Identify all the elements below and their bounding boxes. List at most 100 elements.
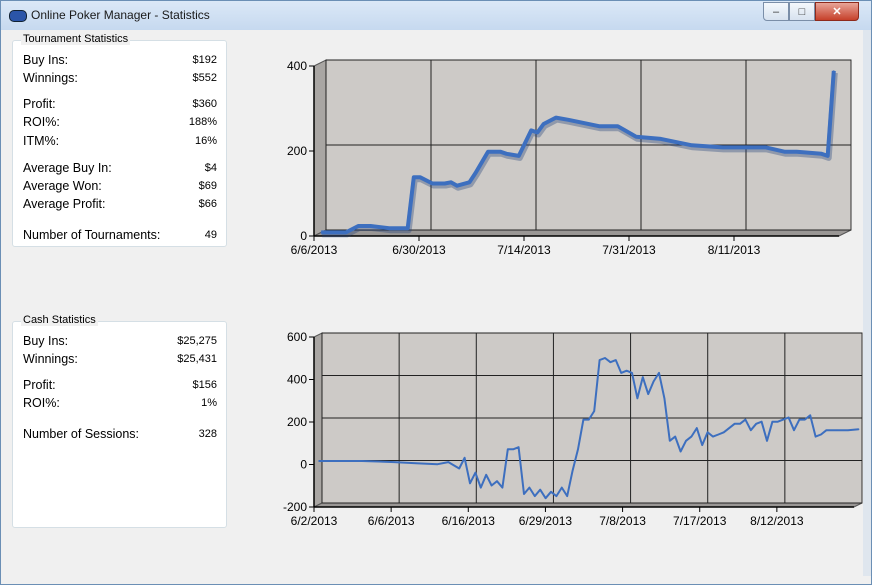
data-point xyxy=(701,444,703,446)
stat-label: Number of Sessions: xyxy=(23,427,140,441)
stat-label: ITM%: xyxy=(23,134,60,148)
data-point xyxy=(543,123,545,125)
data-point xyxy=(691,144,693,146)
data-point xyxy=(496,480,498,482)
x-tick-label: 7/31/2013 xyxy=(602,243,656,257)
data-point xyxy=(582,419,584,421)
data-point xyxy=(528,487,530,489)
data-point xyxy=(609,361,611,363)
data-point xyxy=(653,380,655,382)
data-point xyxy=(722,146,724,148)
data-point xyxy=(658,372,660,374)
stat-value: 1% xyxy=(201,397,217,409)
data-point xyxy=(690,436,692,438)
stat-value: 16% xyxy=(194,135,217,147)
stat-value: 188% xyxy=(188,116,217,128)
data-point xyxy=(458,467,460,470)
data-point xyxy=(765,146,767,148)
data-point xyxy=(833,70,835,72)
data-point xyxy=(696,427,698,429)
data-point xyxy=(567,119,569,121)
data-point xyxy=(685,440,687,442)
stat-label: Average Won: xyxy=(23,179,102,193)
data-point xyxy=(493,151,495,153)
stat-label: Profit: xyxy=(23,378,56,392)
y-tick-label: 200 xyxy=(287,415,307,429)
stat-value: $66 xyxy=(198,198,217,210)
data-point xyxy=(523,493,525,495)
data-point xyxy=(723,431,725,433)
minimize-button[interactable]: ‒ xyxy=(763,2,789,21)
stat-value: $25,275 xyxy=(177,335,217,347)
stat-label: Buy Ins: xyxy=(23,53,69,67)
stat-label: ROI%: xyxy=(23,115,60,129)
data-point xyxy=(636,397,638,399)
data-point xyxy=(798,419,801,421)
data-point xyxy=(530,129,532,131)
data-point xyxy=(474,472,476,474)
window-title: Online Poker Manager - Statistics xyxy=(31,8,210,22)
chart-left-wall xyxy=(313,59,327,237)
data-point xyxy=(599,359,601,361)
data-point xyxy=(469,482,471,484)
data-point xyxy=(753,146,755,148)
stat-label: Winnings: xyxy=(23,352,78,366)
data-point xyxy=(717,433,719,436)
stat-value: 328 xyxy=(198,428,217,440)
data-point xyxy=(796,151,798,153)
data-point xyxy=(507,448,509,450)
data-point xyxy=(766,440,768,442)
data-point xyxy=(680,450,682,453)
x-tick-label: 6/6/2013 xyxy=(291,243,338,257)
data-point xyxy=(647,393,649,395)
data-point xyxy=(536,131,538,134)
data-point xyxy=(734,423,736,425)
data-point xyxy=(320,231,322,233)
data-point xyxy=(555,117,557,119)
data-point xyxy=(447,461,449,463)
y-tick-label: 0 xyxy=(300,229,307,243)
stat-value: $192 xyxy=(192,54,217,66)
maximize-button[interactable]: □ xyxy=(789,2,815,21)
data-point xyxy=(413,176,415,178)
data-point xyxy=(501,487,503,489)
y-tick-label: 0 xyxy=(300,458,307,472)
poker-chip-icon xyxy=(9,10,27,22)
data-point xyxy=(388,227,390,229)
data-point xyxy=(728,427,730,429)
data-point xyxy=(450,181,452,183)
data-point xyxy=(793,429,795,431)
stat-label: Average Profit: xyxy=(23,197,106,211)
data-point xyxy=(744,419,746,421)
data-point xyxy=(407,227,409,229)
data-point xyxy=(750,429,752,431)
data-point xyxy=(545,497,547,499)
data-point xyxy=(761,421,763,423)
data-point xyxy=(615,359,617,361)
data-point xyxy=(518,446,520,448)
data-point xyxy=(419,176,421,178)
y-tick-label: -200 xyxy=(283,500,307,514)
data-point xyxy=(631,372,633,374)
data-point xyxy=(550,491,552,493)
data-point xyxy=(393,461,395,463)
data-point xyxy=(566,495,568,497)
data-point xyxy=(604,357,606,359)
data-point xyxy=(825,429,828,431)
stat-value: $552 xyxy=(192,72,217,84)
data-point xyxy=(771,421,773,423)
stat-label: Profit: xyxy=(23,97,56,111)
title-bar[interactable]: Online Poker Manager - Statistics ‒ □ ✕ xyxy=(1,1,871,30)
data-point xyxy=(491,484,493,487)
data-point xyxy=(475,172,477,174)
data-point xyxy=(777,421,779,423)
stat-label: Number of Tournaments: xyxy=(23,228,161,242)
data-point xyxy=(669,440,671,442)
data-point xyxy=(836,429,838,431)
data-point xyxy=(480,487,482,489)
close-button[interactable]: ✕ xyxy=(815,2,859,21)
data-point xyxy=(415,462,417,464)
data-point xyxy=(815,436,817,438)
stat-label: Winnings: xyxy=(23,71,78,85)
client-area: Tournament Statistics Buy Ins: $192 Winnin… xyxy=(9,30,863,576)
